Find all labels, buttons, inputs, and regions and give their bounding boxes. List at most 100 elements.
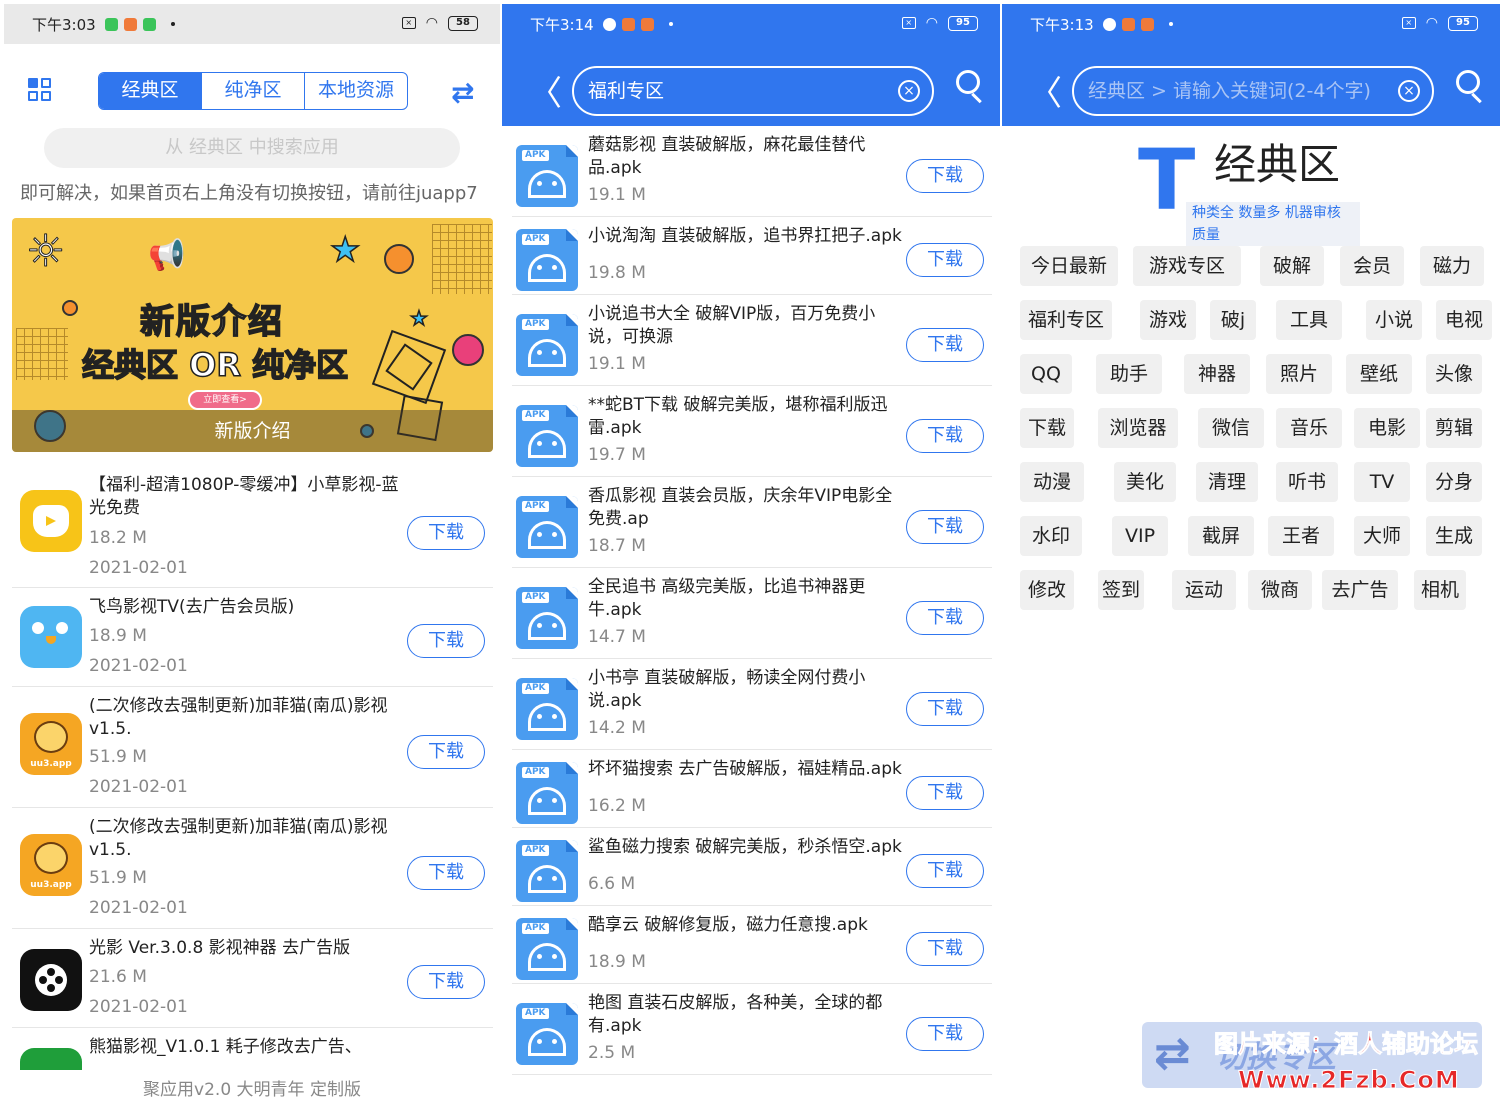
- list-item[interactable]: APK 鲨鱼磁力搜索 破解完美版，秒杀悟空.apk 6.6 M 下载: [512, 828, 992, 906]
- tag-chip[interactable]: 助手: [1096, 354, 1162, 394]
- tag-chip[interactable]: 生成: [1426, 516, 1482, 556]
- result-name: 酷享云 破解修复版，磁力任意搜.apk: [588, 915, 868, 935]
- promo-banner[interactable]: ★ ★ 📢 ☼ 新版介绍 经典区 OR 纯净区 立即查看> 新版介绍: [12, 218, 493, 452]
- download-button[interactable]: 下载: [407, 516, 485, 550]
- tag-chip[interactable]: 游戏: [1140, 300, 1196, 340]
- tag-chip[interactable]: 动漫: [1020, 462, 1084, 502]
- app-icon-caption: uu3.app: [30, 880, 72, 890]
- tag-chip[interactable]: 会员: [1340, 246, 1404, 286]
- banner-view-button[interactable]: 立即查看>: [188, 390, 262, 410]
- status-time: 下午3:03: [32, 15, 96, 34]
- list-item[interactable]: APK **蛇BT下载 破解完美版，堪称福利版迅雷.apk 19.7 M 下载: [512, 386, 992, 477]
- download-button[interactable]: 下载: [407, 735, 485, 769]
- list-item[interactable]: 飞鸟影视TV(去广告会员版) 18.9 M 2021-02-01 下载: [12, 588, 493, 687]
- download-button[interactable]: 下载: [906, 932, 984, 966]
- tag-chip[interactable]: 照片: [1266, 354, 1332, 394]
- category-grid-icon[interactable]: [28, 78, 52, 102]
- download-button[interactable]: 下载: [906, 510, 984, 544]
- result-size: 19.1 M: [588, 354, 646, 374]
- list-item[interactable]: APK 酷享云 破解修复版，磁力任意搜.apk 18.9 M 下载: [512, 906, 992, 984]
- tag-chip[interactable]: 电影: [1354, 408, 1420, 448]
- list-item[interactable]: APK 小书亭 直装破解版，畅读全网付费小说.apk 14.2 M 下载: [512, 659, 992, 750]
- tag-chip[interactable]: 王者: [1268, 516, 1334, 556]
- tag-chip[interactable]: 游戏专区: [1133, 246, 1241, 286]
- sun-icon: ☼: [25, 226, 66, 278]
- download-button[interactable]: 下载: [906, 159, 984, 193]
- download-button[interactable]: 下载: [906, 243, 984, 277]
- tag-chip[interactable]: 分身: [1426, 462, 1482, 502]
- download-button[interactable]: 下载: [906, 1017, 984, 1051]
- garfield-app-icon: uu3.app: [20, 834, 82, 896]
- list-item[interactable]: 【福利-超清1080P-零缓冲】小草影视-蓝光免费 18.2 M 2021-02…: [12, 464, 493, 588]
- apk-label: APK: [522, 592, 549, 603]
- list-item[interactable]: uu3.app (二次修改去强制更新)加菲猫(南瓜)影视v1.5. 51.9 M…: [12, 687, 493, 808]
- download-button[interactable]: 下载: [906, 419, 984, 453]
- apk-file-icon: APK: [516, 587, 578, 649]
- tag-chip[interactable]: 神器: [1184, 354, 1250, 394]
- search-input[interactable]: 从 经典区 中搜索应用: [44, 128, 460, 168]
- tag-chip[interactable]: 磁力: [1420, 246, 1484, 286]
- tag-chip[interactable]: 浏览器: [1098, 408, 1178, 448]
- search-icon[interactable]: [1456, 70, 1486, 110]
- download-button[interactable]: 下载: [906, 776, 984, 810]
- tag-chip[interactable]: VIP: [1112, 516, 1168, 556]
- tag-chip[interactable]: 听书: [1276, 462, 1338, 502]
- panel-search-results: 下午3:14 × ◠ 95 〈 福利专区 × APK 蘑菇影视 直装破解版，麻花最…: [502, 4, 1000, 1115]
- download-button[interactable]: 下载: [906, 328, 984, 362]
- search-field[interactable]: 福利专区 ×: [572, 66, 934, 116]
- list-item[interactable]: APK 小说淘淘 直装破解版，追书界扛把子.apk 19.8 M 下载: [512, 217, 992, 295]
- tag-chip[interactable]: 壁纸: [1346, 354, 1412, 394]
- list-item[interactable]: uu3.app (二次修改去强制更新)加菲猫(南瓜)影视v1.5. 51.9 M…: [12, 808, 493, 929]
- apk-file-icon: APK: [516, 496, 578, 558]
- tag-chip[interactable]: 破j: [1210, 300, 1256, 340]
- tab-classic[interactable]: 经典区: [99, 73, 201, 109]
- tag-chip[interactable]: 音乐: [1276, 408, 1342, 448]
- list-item[interactable]: APK 小说追书大全 破解VIP版，百万免费小说，可换源 19.1 M 下载: [512, 295, 992, 386]
- tag-chip[interactable]: 破解: [1260, 246, 1324, 286]
- tag-chip[interactable]: 签到: [1098, 570, 1144, 610]
- tag-chip[interactable]: TV: [1354, 462, 1410, 502]
- tag-chip[interactable]: 剪辑: [1426, 408, 1482, 448]
- list-item[interactable]: APK 坏坏猫搜索 去广告破解版，福娃精品.apk 16.2 M 下载: [512, 750, 992, 828]
- list-item[interactable]: APK 香瓜影视 直装会员版，庆余年VIP电影全免费.ap 18.7 M 下载: [512, 477, 992, 568]
- list-item[interactable]: APK 全民追书 高级完美版，比追书神器更牛.apk 14.7 M 下载: [512, 568, 992, 659]
- list-item[interactable]: 光影 Ver.3.0.8 影视神器 去广告版 21.6 M 2021-02-01…: [12, 929, 493, 1028]
- download-button[interactable]: 下载: [407, 965, 485, 999]
- list-item[interactable]: APK 艳图 直装石皮解版，各种美，全球的都有.apk 2.5 M 下载: [512, 984, 992, 1075]
- search-icon[interactable]: [956, 70, 986, 110]
- tab-pure[interactable]: 纯净区: [201, 73, 304, 109]
- download-button[interactable]: 下载: [407, 624, 485, 658]
- tag-chip[interactable]: QQ: [1020, 354, 1072, 394]
- tag-chip[interactable]: 运动: [1172, 570, 1236, 610]
- list-item[interactable]: APK 蘑菇影视 直装破解版，麻花最佳替代品.apk 19.1 M 下载: [512, 126, 992, 217]
- tag-chip[interactable]: 微信: [1198, 408, 1264, 448]
- tag-chip[interactable]: 下载: [1020, 408, 1074, 448]
- tag-chip[interactable]: 清理: [1196, 462, 1258, 502]
- search-field[interactable]: 经典区 > 请输入关键词(2-4个字) ×: [1072, 66, 1434, 116]
- back-arrow-icon[interactable]: 〈: [1028, 66, 1062, 115]
- tag-chip[interactable]: 相机: [1414, 570, 1466, 610]
- tag-chip[interactable]: 修改: [1020, 570, 1074, 610]
- download-button[interactable]: 下载: [407, 856, 485, 890]
- tag-chip[interactable]: 去广告: [1322, 570, 1398, 610]
- download-button[interactable]: 下载: [906, 854, 984, 888]
- download-button[interactable]: 下载: [906, 601, 984, 635]
- tag-chip[interactable]: 福利专区: [1020, 300, 1112, 340]
- tag-chip[interactable]: 小说: [1366, 300, 1422, 340]
- tag-chip[interactable]: 大师: [1354, 516, 1410, 556]
- tab-local[interactable]: 本地资源: [304, 73, 407, 109]
- clear-icon[interactable]: ×: [1398, 80, 1420, 102]
- back-arrow-icon[interactable]: 〈: [528, 66, 562, 115]
- tag-chip[interactable]: 美化: [1114, 462, 1176, 502]
- tag-chip[interactable]: 头像: [1426, 354, 1482, 394]
- clear-icon[interactable]: ×: [898, 80, 920, 102]
- apk-file-icon: APK: [516, 1003, 578, 1065]
- tag-chip[interactable]: 截屏: [1188, 516, 1254, 556]
- tag-chip[interactable]: 工具: [1276, 300, 1342, 340]
- tag-chip[interactable]: 电视: [1436, 300, 1492, 340]
- tag-chip[interactable]: 今日最新: [1020, 246, 1118, 286]
- switch-arrows-icon[interactable]: ⇄: [451, 76, 474, 109]
- download-button[interactable]: 下载: [906, 692, 984, 726]
- tag-chip[interactable]: 水印: [1020, 516, 1082, 556]
- tag-chip[interactable]: 微商: [1248, 570, 1312, 610]
